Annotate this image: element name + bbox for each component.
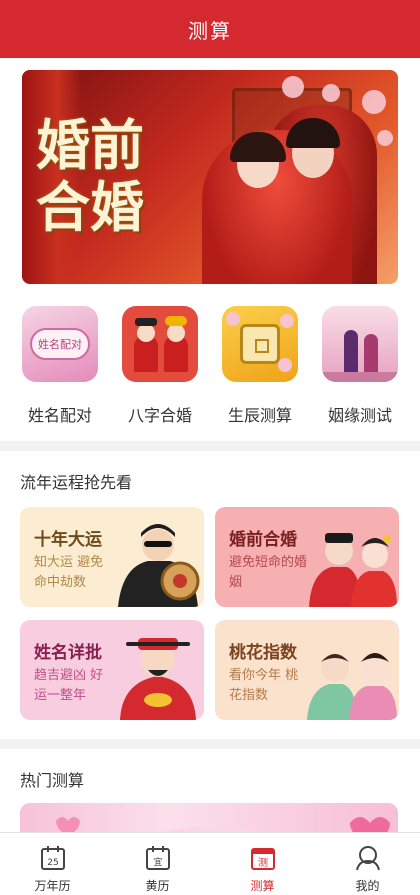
section-title: 流年运程抢先看 [20, 473, 133, 492]
svg-text:宜: 宜 [153, 856, 162, 868]
card-subtitle: 避免短命的婚姻 [229, 555, 308, 590]
god-of-wealth-illustration [120, 638, 196, 720]
top-section: 婚前 合婚 姓名配对 姓名配对 八字合婚 生辰测算 姻缘测试 [0, 58, 420, 441]
card-title: 婚前合婚 [229, 530, 297, 550]
tab-almanac[interactable]: 宜 黄历 [105, 833, 210, 895]
seal-text: 姓名配对 [38, 338, 82, 351]
name-pairing-icon: 姓名配对 [22, 306, 98, 382]
card-subtitle: 看你今年 桃花指数 [229, 668, 299, 703]
blossom-decoration [282, 76, 304, 98]
divination-icon: 测 [250, 848, 275, 870]
category-bazi-marriage[interactable]: 八字合婚 [110, 306, 210, 426]
user-icon [355, 846, 380, 871]
card-title: 桃花指数 [229, 643, 297, 663]
couple-illustration [309, 533, 397, 607]
card-premarital-match[interactable]: 婚前合婚 避免短命的婚姻 [215, 507, 399, 607]
hot-section: 热门测算 [0, 749, 420, 832]
category-label: 姻缘测试 [327, 406, 392, 425]
banner-title-line2: 合婚 [36, 175, 144, 239]
bazi-marriage-icon [122, 306, 198, 382]
tab-label: 黄历 [145, 879, 170, 893]
card-romance-index[interactable]: 桃花指数 看你今年 桃花指数 [215, 620, 399, 720]
tab-calendar[interactable]: 25 万年历 [0, 833, 105, 895]
marriage-fate-icon [322, 306, 398, 382]
card-subtitle: 知大运 避免命中劫数 [34, 555, 104, 590]
category-marriage-fate[interactable]: 姻缘测试 [310, 306, 410, 426]
category-name-pairing[interactable]: 姓名配对 姓名配对 [10, 306, 110, 426]
tab-divination[interactable]: 测 测算 [210, 833, 315, 895]
almanac-icon: 宜 [145, 846, 170, 870]
app-header: 测算 [0, 0, 420, 58]
hot-banner[interactable] [20, 803, 398, 832]
main-content[interactable]: 婚前 合婚 姓名配对 姓名配对 八字合婚 生辰测算 姻缘测试 流年运程抢先看 十… [0, 58, 420, 832]
tab-label: 测算 [250, 879, 275, 893]
hearts-decoration [56, 817, 390, 832]
card-title: 姓名详批 [34, 643, 102, 663]
name-pairing-seal: 姓名配对 [30, 328, 90, 360]
bottom-tab-bar: 25 万年历 宜 黄历 测 测算 我的 [0, 832, 420, 895]
tab-label: 我的 [355, 879, 380, 893]
fortune-section: 流年运程抢先看 十年大运 知大运 避免命中劫数 婚前合婚 避免短命的婚姻 姓名详… [0, 451, 420, 739]
card-title: 十年大运 [34, 530, 102, 550]
blossom-decoration [377, 130, 393, 146]
banner-title-line1: 婚前 [36, 113, 144, 177]
category-label: 姓名配对 [27, 406, 92, 425]
tab-label: 万年历 [34, 879, 71, 893]
svg-text:25: 25 [47, 858, 58, 868]
card-name-analysis[interactable]: 姓名详批 趋吉避凶 好运一整年 [20, 620, 204, 720]
fortune-teller-illustration [118, 524, 200, 607]
category-birth-calc[interactable]: 生辰测算 [210, 306, 310, 426]
birth-calc-icon [222, 306, 298, 382]
svg-text:测: 测 [258, 856, 268, 869]
category-grid: 姓名配对 姓名配对 八字合婚 生辰测算 姻缘测试 [0, 284, 420, 426]
page-title: 测算 [188, 18, 232, 43]
section-title: 热门测算 [20, 771, 85, 790]
tab-profile[interactable]: 我的 [315, 833, 420, 895]
blossom-decoration [362, 90, 386, 114]
card-subtitle: 趋吉避凶 好运一整年 [34, 668, 104, 703]
card-ten-year-fortune[interactable]: 十年大运 知大运 避免命中劫数 [20, 507, 204, 607]
category-label: 生辰测算 [227, 406, 292, 425]
category-label: 八字合婚 [127, 406, 192, 425]
peach-blossom-couple-illustration [307, 653, 397, 720]
premarital-banner[interactable]: 婚前 合婚 [22, 70, 398, 284]
calendar-icon: 25 [40, 846, 65, 870]
banner-title: 婚前 合婚 [36, 116, 186, 236]
blossom-decoration [322, 84, 340, 102]
